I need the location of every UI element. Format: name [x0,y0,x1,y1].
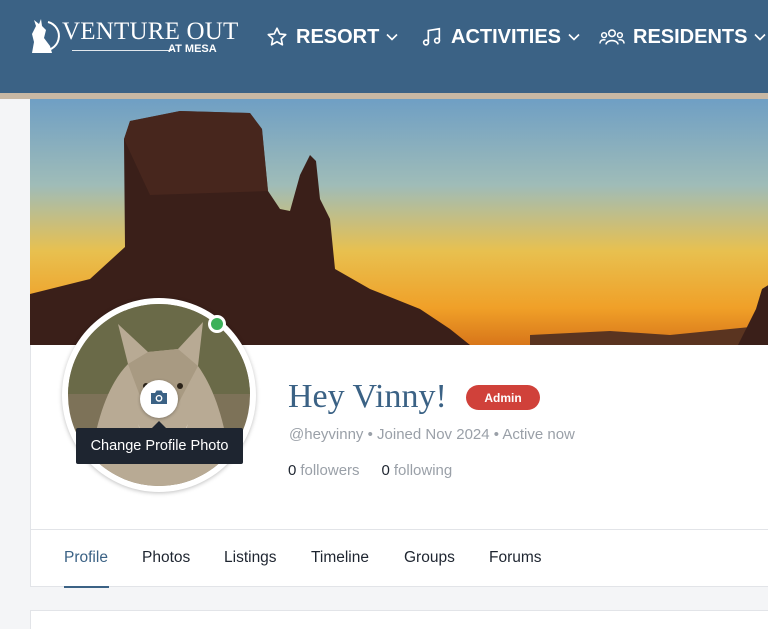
tabs-divider [30,529,768,530]
tab-forums[interactable]: Forums [489,549,542,567]
change-photo-button[interactable] [140,380,178,418]
profile-meta: @heyvinny • Joined Nov 2024 • Active now [289,426,575,443]
nav-resort[interactable]: RESORT [266,24,398,50]
howling-coyote-icon [32,19,60,53]
star-icon [266,26,288,48]
nav-activities-label: ACTIVITIES [451,25,562,48]
site-logo[interactable]: VENTURE OUT AT MESA [28,16,238,58]
following-count: 0 [381,462,390,479]
active-tab-indicator [64,586,109,588]
tab-listings[interactable]: Listings [224,549,277,567]
chevron-down-icon [386,33,398,41]
following-link[interactable]: 0 following [382,462,453,479]
followers-label: followers [300,462,360,479]
tab-timeline[interactable]: Timeline [311,549,369,567]
tooltip-arrow [152,421,166,428]
tab-profile[interactable]: Profile [64,549,108,567]
content-card [30,610,768,629]
chevron-down-icon [754,33,767,41]
role-badge: Admin [466,385,540,410]
following-label: following [393,462,453,479]
nav-resort-label: RESORT [296,25,380,48]
tab-photos[interactable]: Photos [142,549,190,567]
logo-subtitle: AT MESA [168,43,217,55]
logo-divider [72,50,172,51]
users-icon [599,26,625,48]
chevron-down-icon [568,33,580,41]
followers-link[interactable]: 0 followers [288,462,360,479]
online-status-indicator [208,315,226,333]
tab-groups[interactable]: Groups [404,549,455,567]
change-photo-tooltip: Change Profile Photo [76,428,243,464]
nav-residents[interactable]: RESIDENTS [599,24,767,50]
follow-stats: 0 followers 0 following [288,462,452,479]
camera-icon [149,388,169,411]
profile-greeting: Hey Vinny! [288,378,447,415]
followers-count: 0 [288,462,297,479]
nav-activities[interactable]: ACTIVITIES [421,24,580,50]
music-note-icon [421,26,443,48]
logo-title: VENTURE OUT [62,18,239,45]
nav-residents-label: RESIDENTS [633,25,748,48]
